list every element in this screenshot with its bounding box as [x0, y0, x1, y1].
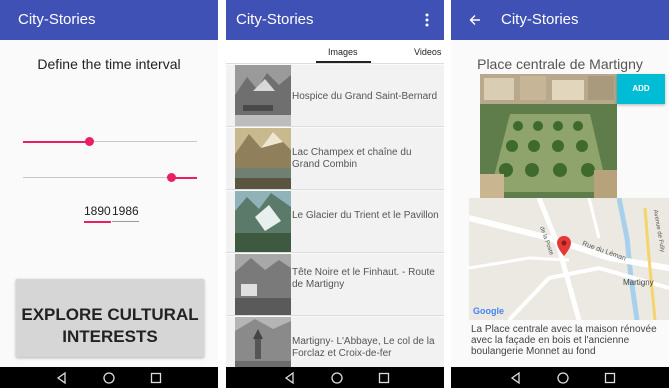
explore-button-line2: INTERESTS — [62, 327, 158, 346]
nav-recents-icon[interactable] — [148, 370, 164, 386]
tab-indicator — [316, 61, 371, 63]
system-nav-bar — [0, 367, 218, 388]
postcard-thumbnail — [235, 191, 291, 252]
list-item[interactable]: Le Glacier du Trient et le Pavillon — [226, 191, 444, 253]
nav-recents-icon[interactable] — [376, 370, 392, 386]
item-title: Tête Noire et le Finhaut. - Route de Mar… — [292, 267, 435, 290]
tab-images[interactable]: Images — [328, 47, 358, 57]
nav-home-icon[interactable] — [555, 370, 571, 386]
place-description: La Place centrale avec la maison rénovée… — [471, 324, 657, 357]
back-arrow-icon[interactable] — [469, 14, 481, 26]
item-title: Hospice du Grand Saint-Bernard — [292, 91, 438, 102]
item-title: Martigny- L'Abbaye, Le col de la Forclaz… — [292, 336, 435, 359]
app-title: City-Stories — [18, 11, 96, 28]
year-to-input[interactable]: 1986 — [112, 204, 139, 222]
nav-back-icon[interactable] — [282, 370, 298, 386]
overflow-menu-icon[interactable] — [423, 13, 431, 27]
map-city-label: Martigny — [623, 278, 654, 287]
explore-cultural-interests-button[interactable]: EXPLORE CULTURAL INTERESTS — [16, 279, 204, 357]
list-item[interactable]: Tête Noire et le Finhaut. - Route de Mar… — [226, 254, 444, 316]
app-bar: City-Stories — [226, 0, 444, 40]
start-slider-track — [89, 141, 197, 142]
list-item[interactable]: Hospice du Grand Saint-Bernard — [226, 65, 444, 127]
system-nav-bar — [226, 367, 444, 388]
end-slider-track — [23, 177, 172, 178]
screen-image-list: City-Stories Images Videos Hospice du Gr… — [226, 0, 444, 388]
year-from-input[interactable]: 1890 — [84, 204, 111, 223]
item-title: Le Glacier du Trient et le Pavillon — [292, 210, 439, 221]
media-tabs: Images Videos — [226, 40, 444, 64]
list-item[interactable]: Lac Champex et chaîne du Grand Combin — [226, 128, 444, 190]
location-map[interactable]: Rue du Léman Avenue de Fully de la Poste… — [469, 198, 669, 320]
nav-back-icon[interactable] — [54, 370, 70, 386]
nav-recents-icon[interactable] — [602, 370, 618, 386]
app-title: City-Stories — [236, 11, 314, 28]
postcard-thumbnail — [235, 128, 291, 189]
place-title: Place centrale de Martigny — [477, 56, 643, 72]
tab-videos[interactable]: Videos — [414, 47, 441, 57]
map-pin-icon[interactable] — [557, 236, 571, 256]
screen-place-detail: City-Stories Place centrale de Martigny … — [451, 0, 669, 388]
screen-time-interval: City-Stories Define the time interval 18… — [0, 0, 218, 388]
app-bar: City-Stories — [451, 0, 669, 40]
map-roads — [469, 198, 669, 320]
app-title: City-Stories — [501, 11, 579, 28]
place-photo — [480, 74, 617, 198]
start-slider-thumb[interactable] — [85, 137, 94, 146]
add-button[interactable]: ADD — [617, 74, 665, 104]
time-interval-heading: Define the time interval — [37, 56, 181, 72]
start-slider-fill — [23, 141, 89, 143]
nav-home-icon[interactable] — [101, 370, 117, 386]
item-title: Lac Champex et chaîne du Grand Combin — [292, 147, 412, 170]
nav-back-icon[interactable] — [508, 370, 524, 386]
app-bar: City-Stories — [0, 0, 218, 40]
system-nav-bar — [451, 367, 669, 388]
google-logo: Google — [473, 306, 504, 316]
end-slider-thumb[interactable] — [167, 173, 176, 182]
explore-button-line1: EXPLORE CULTURAL — [21, 305, 199, 324]
nav-home-icon[interactable] — [329, 370, 345, 386]
postcard-thumbnail — [235, 254, 291, 315]
postcard-thumbnail — [235, 65, 291, 126]
